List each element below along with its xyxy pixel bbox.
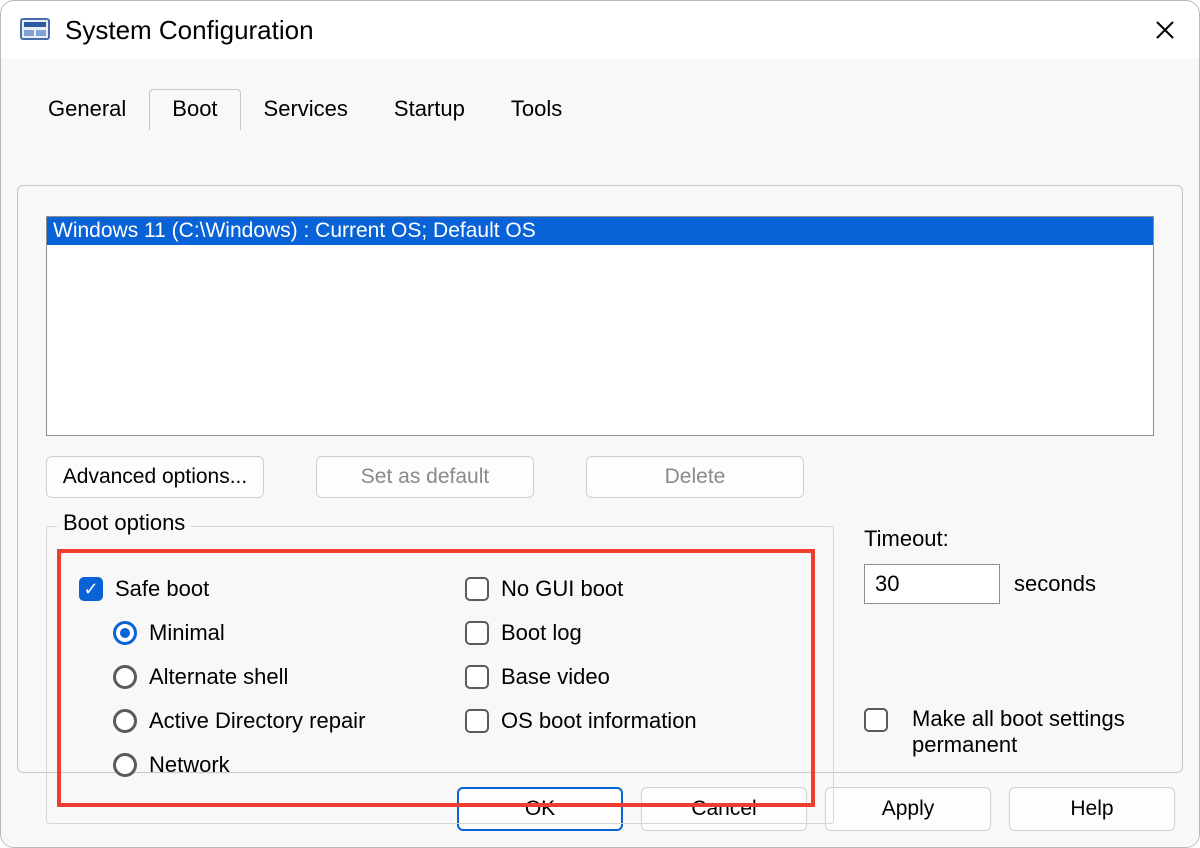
alternate-shell-radio[interactable]	[113, 665, 137, 689]
apply-button[interactable]: Apply	[825, 787, 991, 831]
tab-startup[interactable]: Startup	[371, 89, 488, 130]
base-video-label: Base video	[501, 664, 610, 690]
boot-tab-panel: Windows 11 (C:\Windows) : Current OS; De…	[17, 185, 1183, 773]
tab-strip: General Boot Services Startup Tools	[1, 59, 1199, 129]
close-button[interactable]	[1145, 10, 1185, 50]
os-boot-info-checkbox[interactable]	[465, 709, 489, 733]
boot-options-column-left: ✓ Safe boot Minimal Alternate shell Acti…	[79, 567, 439, 787]
close-icon	[1155, 20, 1175, 40]
msconfig-icon	[19, 14, 51, 46]
timeout-input[interactable]	[864, 564, 1000, 604]
safe-boot-minimal[interactable]: Minimal	[79, 611, 439, 655]
ad-repair-label: Active Directory repair	[149, 708, 365, 734]
help-button[interactable]: Help	[1009, 787, 1175, 831]
boot-options-fieldset: Boot options ✓ Safe boot Minimal Alterna…	[46, 526, 834, 824]
make-permanent-option[interactable]: Make all boot settings permanent	[864, 706, 1164, 758]
safe-boot-ad-repair[interactable]: Active Directory repair	[79, 699, 439, 743]
safe-boot-label: Safe boot	[115, 576, 209, 602]
timeout-unit: seconds	[1014, 571, 1096, 597]
delete-button[interactable]: Delete	[586, 456, 804, 498]
window-title: System Configuration	[65, 15, 314, 46]
advanced-options-button[interactable]: Advanced options...	[46, 456, 264, 498]
safe-boot-checkbox[interactable]: ✓	[79, 577, 103, 601]
os-entry[interactable]: Windows 11 (C:\Windows) : Current OS; De…	[47, 217, 1153, 245]
tab-services[interactable]: Services	[241, 89, 371, 130]
network-label: Network	[149, 752, 230, 778]
safe-boot-network[interactable]: Network	[79, 743, 439, 787]
boot-button-row: Advanced options... Set as default Delet…	[46, 456, 804, 498]
tab-general[interactable]: General	[25, 89, 149, 130]
system-configuration-window: System Configuration General Boot Servic…	[0, 0, 1200, 848]
timeout-row: seconds	[864, 564, 1096, 604]
os-list[interactable]: Windows 11 (C:\Windows) : Current OS; De…	[46, 216, 1154, 436]
tab-tools[interactable]: Tools	[488, 89, 585, 130]
tab-boot[interactable]: Boot	[149, 89, 240, 130]
safe-boot-alternate-shell[interactable]: Alternate shell	[79, 655, 439, 699]
timeout-label: Timeout:	[864, 526, 949, 552]
minimal-label: Minimal	[149, 620, 225, 646]
client-area: General Boot Services Startup Tools Wind…	[1, 59, 1199, 847]
set-as-default-button[interactable]: Set as default	[316, 456, 534, 498]
titlebar: System Configuration	[1, 1, 1199, 59]
os-boot-info-label: OS boot information	[501, 708, 697, 734]
os-boot-info-option[interactable]: OS boot information	[465, 699, 795, 743]
boot-log-checkbox[interactable]	[465, 621, 489, 645]
network-radio[interactable]	[113, 753, 137, 777]
ad-repair-radio[interactable]	[113, 709, 137, 733]
no-gui-boot-option[interactable]: No GUI boot	[465, 567, 795, 611]
boot-options-column-right: No GUI boot Boot log Base video OS boot …	[465, 567, 795, 743]
base-video-checkbox[interactable]	[465, 665, 489, 689]
minimal-radio[interactable]	[113, 621, 137, 645]
boot-log-label: Boot log	[501, 620, 582, 646]
boot-log-option[interactable]: Boot log	[465, 611, 795, 655]
base-video-option[interactable]: Base video	[465, 655, 795, 699]
boot-options-legend: Boot options	[57, 510, 191, 536]
alternate-shell-label: Alternate shell	[149, 664, 288, 690]
make-permanent-checkbox[interactable]	[864, 708, 888, 732]
make-permanent-label: Make all boot settings permanent	[912, 706, 1164, 758]
no-gui-boot-checkbox[interactable]	[465, 577, 489, 601]
safe-boot-option[interactable]: ✓ Safe boot	[79, 567, 439, 611]
no-gui-boot-label: No GUI boot	[501, 576, 623, 602]
